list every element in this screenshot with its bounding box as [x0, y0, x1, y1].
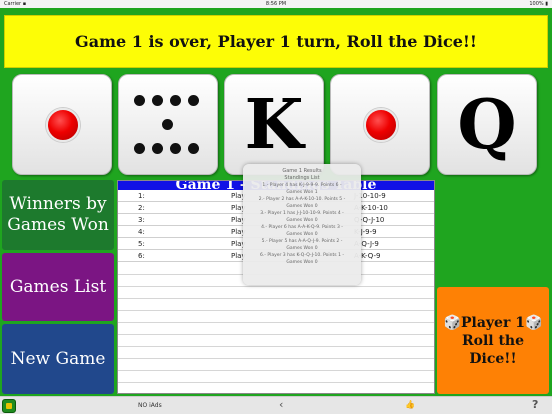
clock: 8:56 PM: [265, 1, 287, 7]
popup-line: Games Won 0: [286, 260, 318, 265]
empty-row-divider: [118, 346, 434, 347]
popup-line: 1.- Player 4 has K-J-9-9-9. Points 6 -: [262, 183, 342, 188]
row-number: 2:: [138, 204, 145, 212]
status-bar: Carrier ▪ 8:56 PM 100% ▮: [0, 0, 552, 8]
empty-row-divider: [118, 298, 434, 299]
die-4[interactable]: [330, 74, 430, 175]
game-status-banner: Game 1 is over, Player 1 turn, Roll the …: [4, 15, 548, 68]
popup-subtitle: Standings List: [284, 175, 320, 181]
red-pip-icon: [364, 108, 398, 142]
row-number: 4:: [138, 228, 145, 236]
popup-line: 2.- Player 2 has A-A-K-10-10. Points 5 -: [258, 197, 346, 202]
dot-icon: [152, 95, 163, 106]
thumbs-up-icon[interactable]: 👍: [405, 400, 415, 409]
no-iads-label: NO iAds: [138, 402, 162, 409]
empty-row-divider: [118, 382, 434, 383]
popup-title: Game 1 Results: [282, 168, 322, 174]
popup-line: Games Won 0: [286, 218, 318, 223]
dot-icon: [170, 143, 181, 154]
dot-icon: [134, 143, 145, 154]
help-icon[interactable]: ?: [532, 398, 538, 411]
popup-line: 6.- Player 3 has K-Q-Q-J-10. Points 1 -: [260, 253, 344, 258]
die-1[interactable]: [12, 74, 112, 175]
row-number: 1:: [138, 192, 145, 200]
popup-line: 4.- Player 6 has A-A-K-Q-9. Points 3 -: [261, 225, 343, 230]
dot-icon: [134, 95, 145, 106]
dot-icon: [162, 119, 173, 130]
results-popup[interactable]: Game 1 Results Standings List 1.- Player…: [243, 164, 361, 285]
dot-icon: [188, 95, 199, 106]
winners-by-games-button[interactable]: Winners by Games Won: [2, 180, 114, 250]
games-list-label: Games List: [9, 276, 107, 297]
share-icon[interactable]: ‹: [279, 398, 283, 411]
battery-indicator: 100% ▮: [529, 1, 548, 7]
dot-icon: [170, 95, 181, 106]
empty-row-divider: [118, 310, 434, 311]
bottom-toolbar: NO iAds ‹ 👍 ?: [0, 396, 552, 414]
new-game-label: New Game: [10, 348, 106, 369]
popup-line: Games Won 0: [286, 246, 318, 251]
banner-text: Game 1 is over, Player 1 turn, Roll the …: [75, 32, 477, 51]
empty-row-divider: [118, 358, 434, 359]
popup-line: 5.- Player 5 has A-A-Q-J-9. Points 2 -: [261, 239, 343, 244]
new-game-button[interactable]: New Game: [2, 324, 114, 394]
die-2[interactable]: [118, 74, 218, 175]
dot-icon: [152, 143, 163, 154]
empty-row-divider: [118, 322, 434, 323]
die-face-letter: K: [244, 84, 304, 165]
die-5[interactable]: Q: [437, 74, 537, 175]
die-3[interactable]: K: [224, 74, 324, 175]
die-face-letter: Q: [457, 84, 517, 165]
dot-icon: [188, 143, 199, 154]
app-icon[interactable]: [2, 399, 16, 413]
empty-row-divider: [118, 334, 434, 335]
popup-line: 3.- Player 1 has J-J-10-10-9. Points 4 -: [260, 211, 344, 216]
red-pip-icon: [46, 108, 80, 142]
empty-row-divider: [118, 286, 434, 287]
row-number: 5:: [138, 240, 145, 248]
row-number: 3:: [138, 216, 145, 224]
popup-line: Games Won 1: [286, 190, 318, 195]
empty-row-divider: [118, 370, 434, 371]
popup-line: Games Won 0: [286, 232, 318, 237]
roll-dice-button[interactable]: 🎲Player 1🎲 Roll the Dice!!: [437, 287, 549, 394]
roll-player-label: 🎲Player 1🎲: [443, 314, 543, 331]
winners-label: Winners by Games Won: [7, 194, 109, 235]
row-number: 6:: [138, 252, 145, 260]
roll-action-label: Roll the Dice!!: [461, 332, 525, 367]
games-list-button[interactable]: Games List: [2, 253, 114, 321]
popup-line: Games Won 0: [286, 204, 318, 209]
